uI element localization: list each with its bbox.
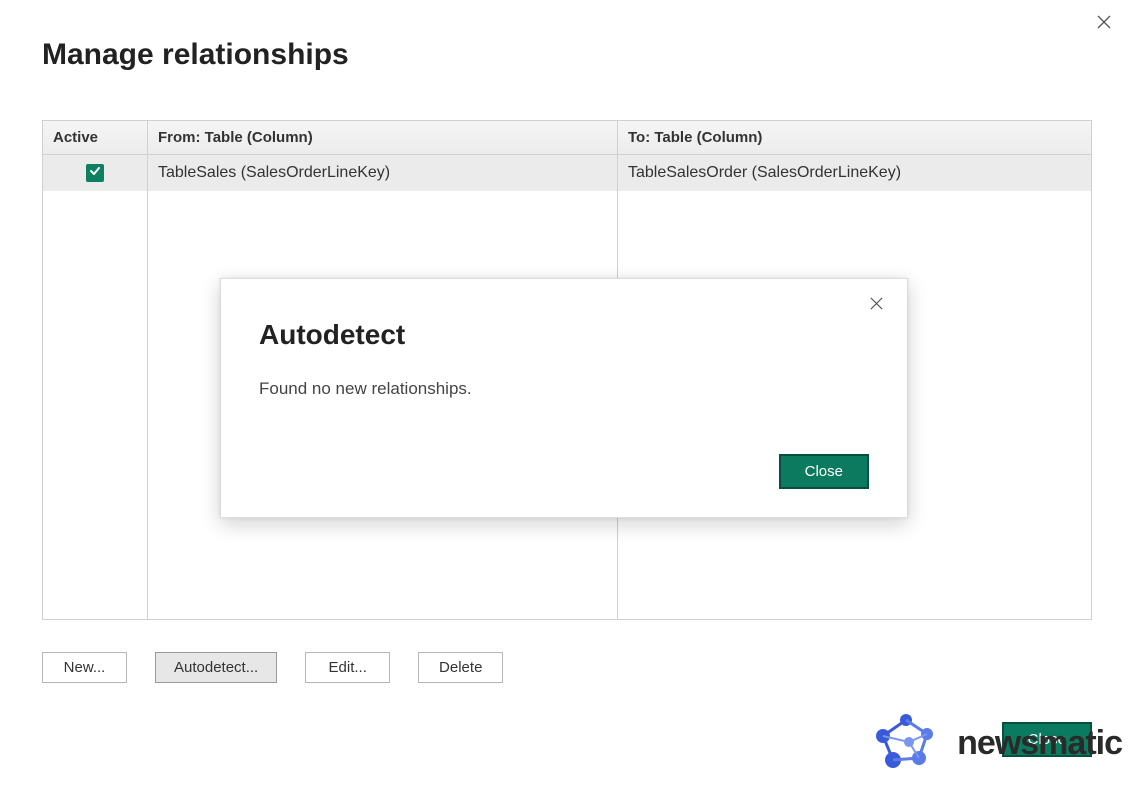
cell-to: TableSalesOrder (SalesOrderLineKey) (618, 155, 1091, 191)
table-header-row: Active From: Table (Column) To: Table (C… (43, 121, 1091, 155)
close-icon (869, 296, 884, 316)
modal-message: Found no new relationships. (259, 379, 869, 399)
dialog-close-button[interactable] (1094, 14, 1114, 34)
modal-title: Autodetect (259, 319, 869, 351)
new-button[interactable]: New... (42, 652, 127, 683)
cell-from: TableSales (SalesOrderLineKey) (148, 155, 618, 191)
button-bar: New... Autodetect... Edit... Delete (42, 652, 1092, 683)
column-header-active[interactable]: Active (43, 121, 148, 154)
column-header-to[interactable]: To: Table (Column) (618, 121, 1091, 154)
column-header-from[interactable]: From: Table (Column) (148, 121, 618, 154)
cell-active (43, 155, 148, 191)
dialog-title: Manage relationships (42, 38, 1092, 72)
edit-button[interactable]: Edit... (305, 652, 390, 683)
modal-close-button[interactable] (867, 297, 885, 315)
active-checkbox[interactable] (86, 164, 104, 182)
checkmark-icon (89, 164, 101, 182)
table-row[interactable]: TableSales (SalesOrderLineKey) TableSale… (43, 155, 1091, 191)
dialog-footer: Close (1002, 722, 1092, 757)
close-button[interactable]: Close (1002, 722, 1092, 757)
modal-close-action-button[interactable]: Close (779, 454, 869, 489)
autodetect-modal: Autodetect Found no new relationships. C… (220, 278, 908, 518)
autodetect-button[interactable]: Autodetect... (155, 652, 277, 683)
delete-button[interactable]: Delete (418, 652, 503, 683)
modal-footer: Close (779, 454, 869, 489)
close-icon (1096, 14, 1112, 35)
